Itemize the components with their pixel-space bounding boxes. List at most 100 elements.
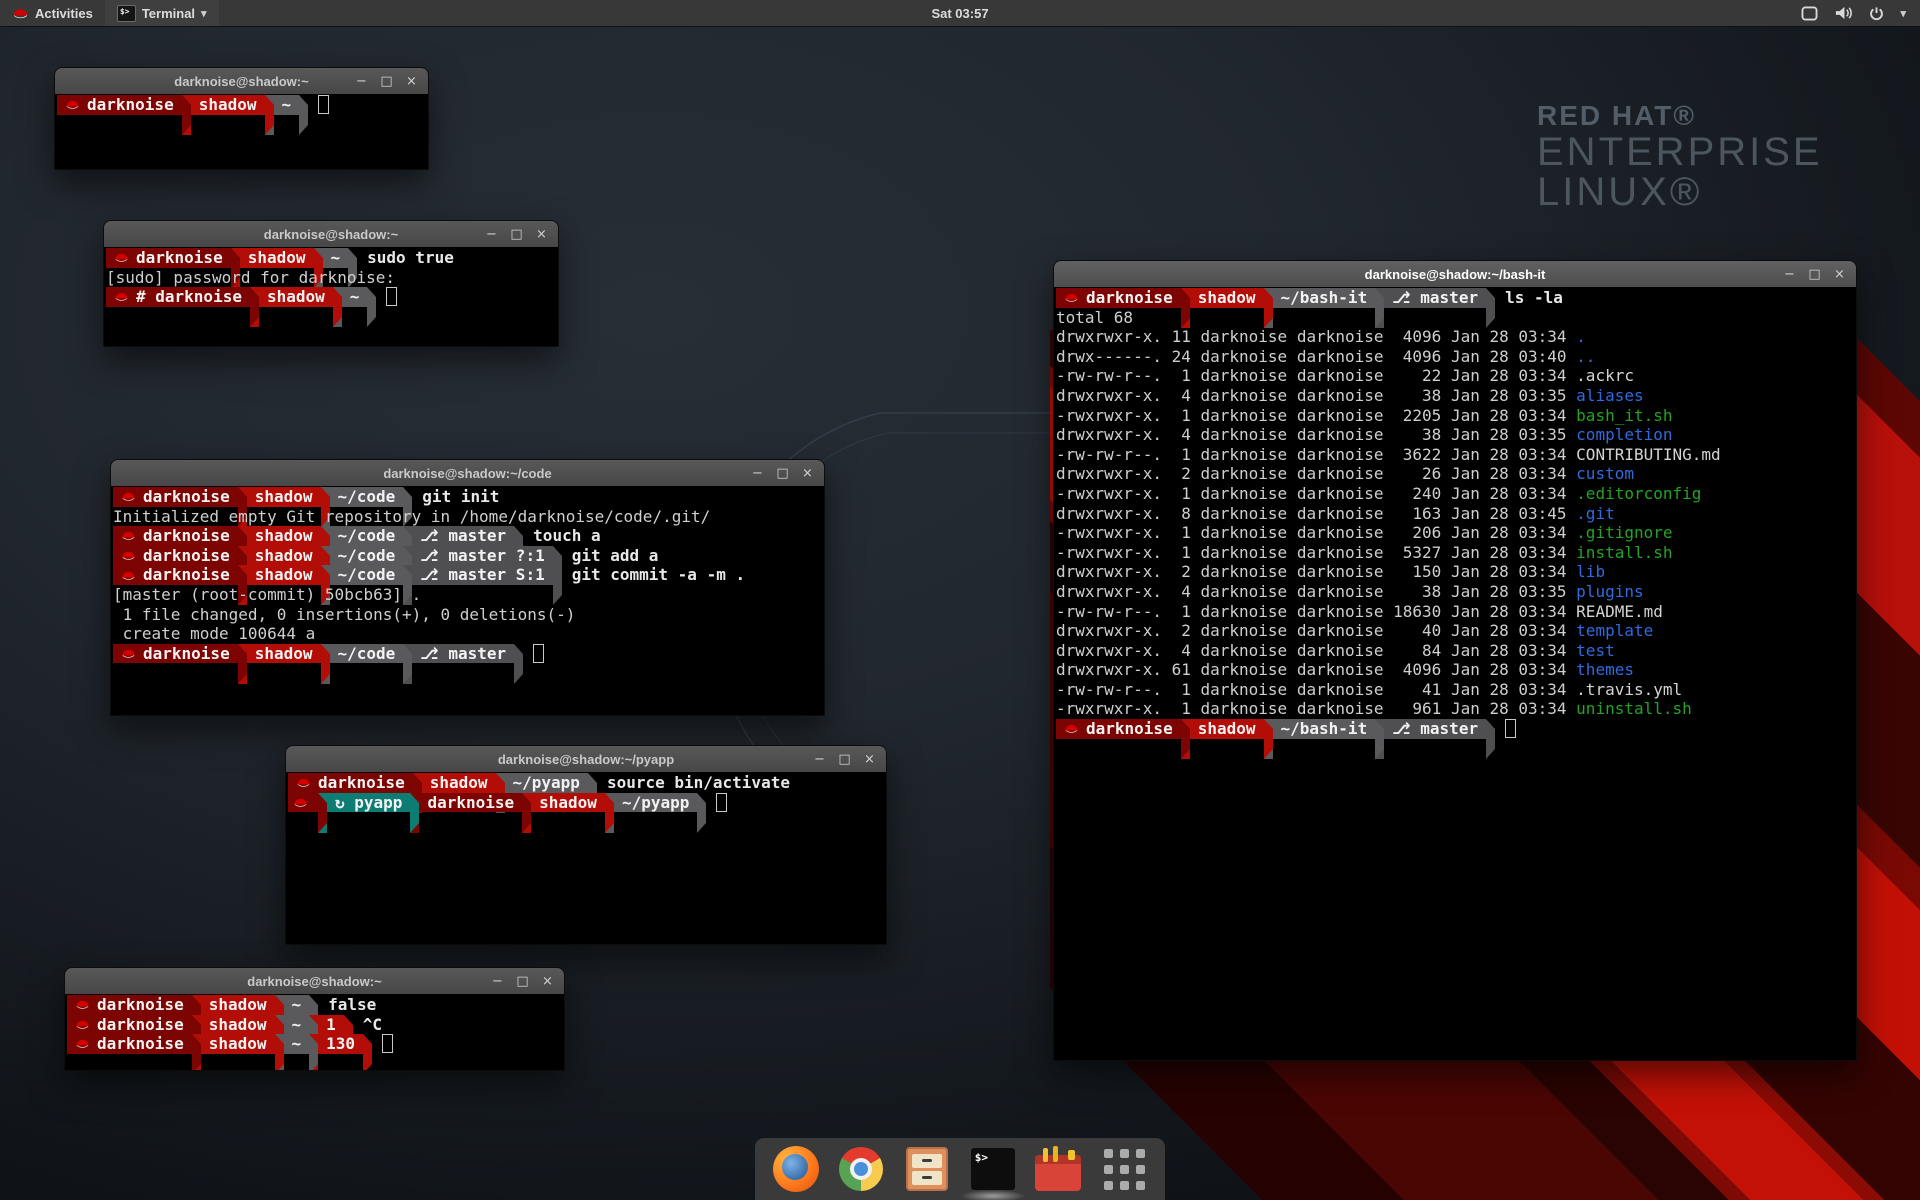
file-name: plugins <box>1576 582 1643 601</box>
maximize-button[interactable]: □ <box>1808 267 1821 282</box>
files-icon[interactable] <box>902 1144 952 1194</box>
powerline-separator <box>1264 719 1273 759</box>
app-menu-terminal[interactable]: $> Terminal ▾ <box>105 0 219 26</box>
redhat-icon <box>121 530 136 541</box>
minimize-button[interactable]: − <box>491 974 504 989</box>
window-buttons: −□ × <box>491 974 564 989</box>
file-list-row: -rw-rw-r--. 1 darknoise darknoise 22 Jan… <box>1056 366 1856 386</box>
volume-icon[interactable] <box>1834 5 1853 21</box>
prompt-segment: darknoise <box>288 773 413 793</box>
command-text: ls -la <box>1495 288 1563 308</box>
close-button[interactable]: × <box>535 227 548 242</box>
caret-down-icon[interactable]: ▾ <box>1900 7 1906 20</box>
redhat-icon <box>121 491 136 502</box>
toolbox-body <box>1035 1155 1081 1191</box>
watermark-line-1: RED HAT® <box>1537 100 1823 132</box>
prompt-line: darknoiseshadow~/codegit init <box>113 487 824 507</box>
powerline-separator <box>605 793 614 833</box>
terminal-content[interactable]: darknoiseshadow~ <box>55 94 428 169</box>
window-titlebar[interactable]: darknoise@shadow:~−□× <box>104 221 558 248</box>
dot <box>1104 1181 1113 1190</box>
prompt-segment: shadow <box>240 248 314 268</box>
prompt-line: darknoiseshadow~/code⎇ master <box>113 644 824 664</box>
prompt-segment: shadow <box>1190 288 1264 308</box>
window-icon[interactable] <box>1801 6 1818 21</box>
prompt-segment: ~/code <box>330 526 404 546</box>
maximize-button[interactable]: □ <box>510 227 523 242</box>
activities-button[interactable]: Activities <box>0 0 105 26</box>
file-list-row: -rwxrwxr-x. 1 darknoise darknoise 206 Ja… <box>1056 523 1856 543</box>
powerline-separator <box>410 793 419 833</box>
powerline-separator <box>309 1034 318 1070</box>
prompt-segment: darknoise <box>1056 719 1181 739</box>
maximize-button[interactable]: □ <box>516 974 529 989</box>
terminal-window[interactable]: darknoise@shadow:~/pyapp−□×darknoiseshad… <box>285 745 887 945</box>
file-list-row: drwxrwxr-x. 4 darknoise darknoise 38 Jan… <box>1056 582 1856 602</box>
toolbox-icon[interactable] <box>1033 1144 1083 1194</box>
prompt-segment: ~/bash-it <box>1273 288 1376 308</box>
prompt-segment: shadow <box>247 546 321 566</box>
desktop[interactable]: RED HAT® ENTERPRISE LINUX® darknoise@sha… <box>0 0 1920 1200</box>
terminal-output-line: create mode 100644 a <box>113 624 824 644</box>
window-titlebar[interactable]: darknoise@shadow:~−□× <box>55 68 428 95</box>
powerline-separator <box>1181 719 1190 759</box>
close-button[interactable]: × <box>405 74 418 89</box>
terminal-content[interactable]: darknoiseshadow~falsedarknoiseshadow~1^C… <box>65 994 564 1070</box>
minimize-button[interactable]: − <box>751 466 764 481</box>
git-branch-icon: ⎇ <box>420 565 448 585</box>
chrome-icon[interactable] <box>836 1144 886 1194</box>
window-titlebar[interactable]: darknoise@shadow:~/code−□× <box>111 460 824 487</box>
terminal-window[interactable]: darknoise@shadow:~−□×darknoiseshadow~sud… <box>103 220 559 347</box>
prompt-line: darknoiseshadow~/code⎇ mastertouch a <box>113 526 824 546</box>
minimize-button[interactable]: − <box>355 74 368 89</box>
prompt-segment: ~ <box>284 1015 310 1035</box>
prompt-line: darknoiseshadow~sudo true <box>106 248 558 268</box>
terminal-content[interactable]: darknoiseshadow~/codegit initInitialized… <box>111 486 824 715</box>
maximize-button[interactable]: □ <box>838 752 851 767</box>
file-name: aliases <box>1576 386 1643 405</box>
powerline-separator <box>321 644 330 684</box>
prompt-segment: darknoise <box>419 793 522 813</box>
terminal-cursor <box>716 793 727 812</box>
terminal-content[interactable]: darknoiseshadow~sudo true[sudo] password… <box>104 247 558 346</box>
app-grid-icon[interactable] <box>1099 1144 1149 1194</box>
redhat-icon <box>75 1038 90 1049</box>
maximize-button[interactable]: □ <box>380 74 393 89</box>
prompt-segment: ~/bash-it <box>1273 719 1376 739</box>
close-button[interactable]: × <box>801 466 814 481</box>
app-grid-dots <box>1104 1149 1145 1190</box>
prompt-segment: darknoise <box>113 644 238 664</box>
redhat-icon <box>296 777 311 788</box>
maximize-button[interactable]: □ <box>776 466 789 481</box>
minimize-button[interactable]: − <box>485 227 498 242</box>
window-titlebar[interactable]: darknoise@shadow:~−□× <box>65 968 564 995</box>
powerline-separator <box>1264 288 1273 328</box>
command-text: git init <box>412 487 499 507</box>
file-list-row: drwxrwxr-x. 2 darknoise darknoise 150 Ja… <box>1056 562 1856 582</box>
firefox-logo <box>773 1146 819 1192</box>
close-button[interactable]: × <box>541 974 554 989</box>
clock[interactable]: Sat 03:57 <box>0 6 1920 21</box>
close-button[interactable]: × <box>1833 267 1846 282</box>
terminal-content[interactable]: darknoiseshadow~/bash-it⎇ masterls -lato… <box>1054 287 1856 1060</box>
window-titlebar[interactable]: darknoise@shadow:~/pyapp−□× <box>286 746 886 773</box>
minimize-button[interactable]: − <box>1783 267 1796 282</box>
command-text: git commit -a -m . <box>562 565 745 585</box>
window-titlebar[interactable]: darknoise@shadow:~/bash-it−□ × <box>1054 261 1856 288</box>
powerline-separator <box>192 1034 201 1070</box>
terminal-window[interactable]: darknoise@shadow:~−□×darknoiseshadow~fal… <box>64 967 565 1071</box>
terminal-window[interactable]: darknoise@shadow:~/bash-it−□ × darknoise sh… <box>1053 260 1857 1061</box>
prompt-line: darknoiseshadow~/code⎇ master ?:1git add… <box>113 546 824 566</box>
close-button[interactable]: × <box>863 752 876 767</box>
redhat-icon <box>114 291 129 302</box>
power-icon[interactable] <box>1869 6 1884 21</box>
redhat-icon <box>293 797 308 808</box>
firefox-icon[interactable] <box>771 1144 821 1194</box>
terminal-window[interactable]: darknoise@shadow:~−□×darknoiseshadow~ <box>54 67 429 170</box>
terminal-icon[interactable]: $> <box>968 1144 1018 1194</box>
minimize-button[interactable]: − <box>813 752 826 767</box>
prompt-segment: shadow <box>247 487 321 507</box>
terminal-content[interactable]: darknoiseshadow~/pyappsource bin/activat… <box>286 772 886 944</box>
terminal-window[interactable]: darknoise@shadow:~/code−□×darknoiseshado… <box>110 459 825 716</box>
window-title: darknoise@shadow:~/bash-it <box>1054 267 1856 282</box>
